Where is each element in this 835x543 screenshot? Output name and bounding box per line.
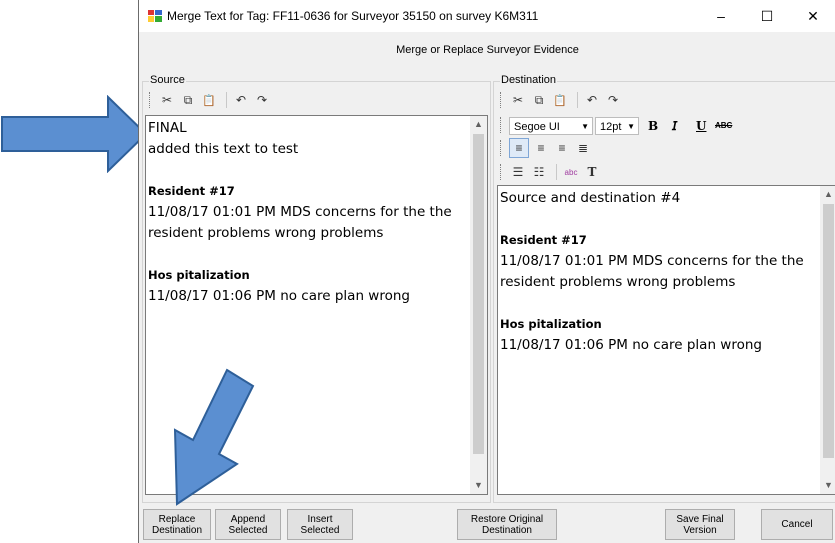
scroll-up-icon[interactable]: ▲ (820, 186, 835, 203)
bold-button[interactable]: B (648, 119, 658, 133)
destination-line: 11/08/17 01:01 PM MDS concerns for the t… (500, 253, 804, 269)
window-title: Merge Text for Tag: FF11-0636 for Survey… (167, 9, 539, 23)
source-scrollbar[interactable]: ▲ ▼ (470, 116, 487, 494)
destination-line: Source and destination #4 (500, 190, 681, 206)
source-line: FINAL (148, 120, 187, 136)
font-size-value: 12pt (600, 121, 622, 133)
cancel-button[interactable]: Cancel (761, 509, 833, 540)
align-right-icon[interactable]: ≡ (553, 139, 571, 157)
app-icon (148, 10, 162, 22)
paste-icon[interactable]: 📋 (551, 91, 569, 109)
append-selected-button[interactable]: Append Selected (215, 509, 281, 540)
scroll-up-icon[interactable]: ▲ (470, 116, 487, 133)
destination-scrollbar[interactable]: ▲ ▼ (820, 186, 835, 494)
underline-button[interactable]: U (696, 119, 706, 133)
maximize-button[interactable]: ☐ (744, 0, 790, 32)
list-toolbar: ☰ ☷ abc T (500, 162, 604, 182)
scroll-down-icon[interactable]: ▼ (820, 477, 835, 494)
destination-line: resident problems wrong problems (500, 274, 736, 290)
destination-editor[interactable]: Source and destination #4 Resident #17 1… (497, 185, 835, 495)
replace-destination-button[interactable]: Replace Destination (143, 509, 211, 540)
title-bar: Merge Text for Tag: FF11-0636 for Survey… (139, 0, 835, 32)
annotation-arrow-right (1, 95, 148, 173)
redo-icon[interactable]: ↷ (604, 91, 622, 109)
source-label: Source (149, 74, 186, 86)
italic-button[interactable]: 𝘐 (672, 119, 677, 133)
dialog-heading: Merge or Replace Surveyor Evidence (396, 44, 579, 56)
copy-icon[interactable]: ⧉ (530, 91, 548, 109)
save-final-version-button[interactable]: Save Final Version (665, 509, 735, 540)
numbering-icon[interactable]: ☷ (530, 163, 548, 181)
spellcheck-icon[interactable]: abc (562, 163, 580, 181)
scroll-down-icon[interactable]: ▼ (470, 477, 487, 494)
redo-icon[interactable]: ↷ (253, 91, 271, 109)
undo-icon[interactable]: ↶ (583, 91, 601, 109)
insert-selected-button[interactable]: Insert Selected (287, 509, 353, 540)
bullets-icon[interactable]: ☰ (509, 163, 527, 181)
paste-icon[interactable]: 📋 (200, 91, 218, 109)
font-family-value: Segoe UI (514, 121, 560, 133)
source-line: added this text to test (148, 141, 299, 157)
font-family-select[interactable]: Segoe UI ▼ (509, 117, 593, 135)
destination-format-toolbar (500, 115, 509, 135)
scroll-thumb[interactable] (473, 134, 484, 454)
source-line: resident problems wrong problems (148, 225, 384, 241)
align-center-icon[interactable]: ≡ (532, 139, 550, 157)
minimize-button[interactable]: – (698, 0, 744, 32)
cut-icon[interactable]: ✂ (509, 91, 527, 109)
font-size-select[interactable]: 12pt ▼ (595, 117, 639, 135)
text-icon[interactable]: T (583, 163, 601, 181)
strikethrough-button[interactable]: ABC (715, 121, 732, 130)
destination-edit-toolbar: ✂ ⧉ 📋 ↶ ↷ (500, 90, 625, 110)
destination-heading: Resident #17 (500, 233, 587, 247)
undo-icon[interactable]: ↶ (232, 91, 250, 109)
alignment-toolbar: ≡ ≡ ≡ ≣ (500, 138, 595, 158)
justify-icon[interactable]: ≣ (574, 139, 592, 157)
destination-label: Destination (500, 74, 558, 86)
source-heading: Resident #17 (148, 184, 235, 198)
source-line: 11/08/17 01:06 PM no care plan wrong (148, 288, 410, 304)
annotation-arrow-down (173, 368, 255, 506)
source-toolbar: ✂ ⧉ 📋 ↶ ↷ (149, 90, 274, 110)
close-button[interactable]: ✕ (790, 0, 835, 32)
source-line: 11/08/17 01:01 PM MDS concerns for the t… (148, 204, 452, 220)
scroll-thumb[interactable] (823, 204, 834, 458)
align-left-icon[interactable]: ≡ (509, 138, 529, 158)
cut-icon[interactable]: ✂ (158, 91, 176, 109)
destination-line: 11/08/17 01:06 PM no care plan wrong (500, 337, 762, 353)
copy-icon[interactable]: ⧉ (179, 91, 197, 109)
source-heading: Hos pitalization (148, 268, 250, 282)
destination-heading: Hos pitalization (500, 317, 602, 331)
restore-original-destination-button[interactable]: Restore Original Destination (457, 509, 557, 540)
